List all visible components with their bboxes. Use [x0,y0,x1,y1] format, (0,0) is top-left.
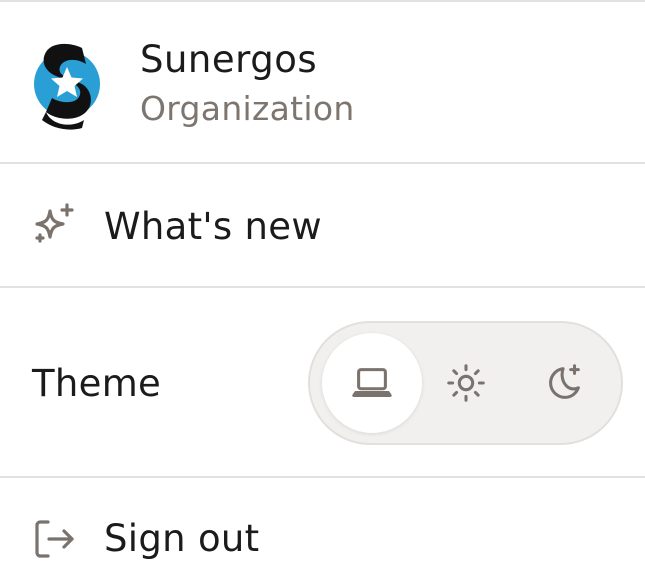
moon-icon [549,364,580,399]
theme-dark-button[interactable] [514,333,614,433]
whats-new-label: What's new [104,205,322,248]
organization-header[interactable]: Sunergos Organization [0,2,645,162]
whats-new-item[interactable]: What's new [0,164,645,286]
sunergos-logo-icon [34,43,100,130]
account-menu: Sunergos Organization What's new Theme S… [0,0,645,586]
divider [0,286,645,288]
organization-name: Sunergos [140,38,318,81]
theme-light-button[interactable] [416,333,516,433]
organization-type: Organization [140,89,355,128]
sun-icon [447,364,485,402]
sign-out-icon [35,520,74,558]
theme-label: Theme [32,362,162,405]
sparkles-icon [35,203,74,243]
sign-out-item[interactable]: Sign out [0,478,645,586]
theme-switcher [308,321,623,445]
theme-system-button[interactable] [322,333,422,433]
sign-out-label: Sign out [104,517,260,560]
laptop-icon [352,368,392,397]
